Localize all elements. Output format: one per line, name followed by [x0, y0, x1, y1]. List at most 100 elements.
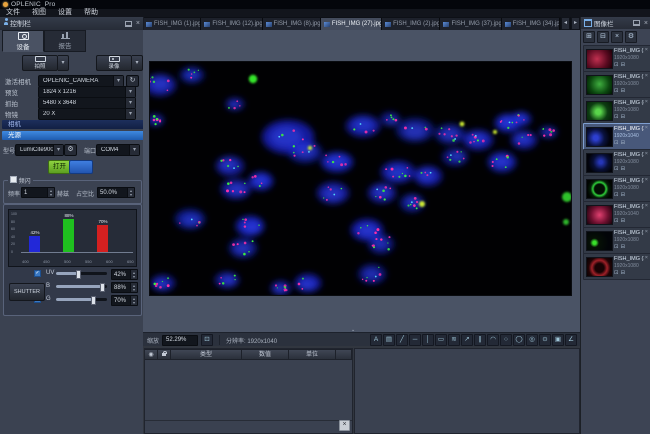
annulus-tool-icon[interactable]: ◎	[526, 334, 538, 346]
channel-value[interactable]: 88%▴▾	[111, 282, 138, 293]
close-table-button[interactable]: ×	[339, 420, 350, 431]
channel-checkbox[interactable]: ✓	[34, 270, 41, 277]
column-header[interactable]: 单位	[289, 349, 336, 360]
circle-tool-icon[interactable]: ○	[500, 334, 512, 346]
fit-window-icon[interactable]: ⊡	[201, 334, 213, 346]
roi-tool-icon[interactable]: ▣	[552, 334, 564, 346]
port-select[interactable]: COM4 ▾	[96, 144, 140, 156]
close-all-icon[interactable]: ×	[611, 31, 623, 43]
lock-column-header[interactable]	[158, 349, 171, 360]
thumbnail-card[interactable]: FISH_IMG (171920x1080⊡⊟×	[583, 227, 650, 254]
section-light[interactable]: 光源	[2, 131, 147, 140]
snap-dropdown[interactable]: ▾	[58, 55, 69, 71]
rectangle-tool-icon[interactable]: ▭	[435, 334, 447, 346]
close-image-icon[interactable]: ×	[645, 177, 648, 183]
light-settings-button[interactable]: ⚙	[64, 144, 77, 156]
export-icon[interactable]: ⊟	[621, 166, 628, 172]
light-power-toggle[interactable]	[69, 160, 93, 174]
tab-scroll-left-icon[interactable]: ◂	[561, 17, 570, 30]
document-tab[interactable]: FISH_IMG (34).jp×	[502, 18, 560, 30]
zoom-value[interactable]: 52.29%	[162, 335, 198, 346]
tab-scroll-right-icon[interactable]: ▸	[571, 17, 580, 30]
save-icon[interactable]: ⊡	[614, 192, 621, 198]
channel-spinner[interactable]: ▴▾	[130, 296, 137, 305]
pin-icon[interactable]	[125, 21, 132, 27]
export-icon[interactable]: ⊟	[621, 192, 628, 198]
channel-spinner[interactable]: ▴▾	[130, 283, 137, 292]
menu-item[interactable]: 视图	[26, 9, 52, 17]
strobe-checkbox[interactable]	[10, 176, 17, 183]
channel-slider[interactable]	[56, 272, 107, 275]
menu-item[interactable]: 文件	[0, 9, 26, 17]
column-header[interactable]: 类型	[171, 349, 242, 360]
column-header[interactable]: 数值	[242, 349, 289, 360]
close-image-icon[interactable]: ×	[645, 125, 648, 131]
save-icon[interactable]: ⊡	[614, 166, 621, 172]
save-all-icon[interactable]: ⊟	[597, 31, 609, 43]
freq-spinner[interactable]: ▴▾	[47, 188, 54, 197]
image-overlay-icon[interactable]: ▤	[383, 334, 395, 346]
close-image-icon[interactable]: ×	[645, 47, 648, 53]
angle-tool-icon[interactable]: ∠	[565, 334, 577, 346]
point-tool-icon[interactable]: ⊙	[539, 334, 551, 346]
document-tab[interactable]: FISH_IMG (8).jpg×	[263, 18, 321, 30]
duty-spinner[interactable]: ▴▾	[127, 188, 134, 197]
duty-input[interactable]: 50.0% ▴▾	[97, 187, 135, 198]
visibility-column-header[interactable]: ◉	[145, 349, 158, 360]
export-icon[interactable]: ⊟	[621, 114, 628, 120]
close-image-icon[interactable]: ×	[645, 99, 648, 105]
close-panel-icon[interactable]: ×	[644, 20, 648, 27]
thumbnail-card[interactable]: FISH_IMG (81920x1080⊡⊟×	[583, 97, 650, 124]
close-image-icon[interactable]: ×	[645, 73, 648, 79]
thumbnail-card[interactable]: FISH_IMG (121920x1080⊡⊟×	[583, 71, 650, 98]
arc-tool-icon[interactable]: ◠	[487, 334, 499, 346]
menu-item[interactable]: 设置	[52, 9, 78, 17]
light-open-button[interactable]: 打开	[48, 160, 71, 174]
pin-icon[interactable]	[633, 20, 640, 26]
section-camera[interactable]: 相机	[2, 120, 147, 129]
ellipse-tool-icon[interactable]: ◯	[513, 334, 525, 346]
document-tab[interactable]: FISH_IMG (2).jpg×	[382, 18, 440, 30]
record-button[interactable]: 录像	[96, 55, 132, 71]
text-annotation-icon[interactable]: A	[370, 334, 382, 346]
export-icon[interactable]: ⊟	[621, 140, 628, 146]
horizontal-line-tool-icon[interactable]: ─	[409, 334, 421, 346]
close-image-icon[interactable]: ×	[645, 151, 648, 157]
save-icon[interactable]: ⊡	[614, 62, 621, 68]
export-icon[interactable]: ⊟	[621, 62, 628, 68]
close-image-icon[interactable]: ×	[645, 229, 648, 235]
save-icon[interactable]: ⊡	[614, 140, 621, 146]
export-icon[interactable]: ⊟	[621, 270, 628, 276]
close-image-icon[interactable]: ×	[645, 255, 648, 261]
document-tab[interactable]: FISH_IMG (27).jpg×	[321, 18, 382, 30]
shutter-button[interactable]: SHUTTER	[9, 283, 45, 301]
export-icon[interactable]: ⊟	[621, 88, 628, 94]
channel-slider[interactable]	[56, 298, 107, 301]
save-icon[interactable]: ⊡	[614, 218, 621, 224]
tab-device[interactable]: 设备	[2, 30, 44, 52]
thumbnail-card[interactable]: FISH_IMG (371920x1080⊡⊟×	[583, 175, 650, 202]
save-icon[interactable]: ⊡	[614, 244, 621, 250]
document-tab[interactable]: FISH_IMG (37).jpg×	[440, 18, 501, 30]
channel-value[interactable]: 70%▴▾	[111, 295, 138, 306]
snap-button[interactable]: 拍照	[22, 55, 58, 71]
close-panel-icon[interactable]: ×	[136, 20, 140, 27]
close-image-icon[interactable]: ×	[645, 203, 648, 209]
thumbnail-card[interactable]: FISH_IMG (11920x1080⊡⊟×	[583, 45, 650, 72]
menu-item[interactable]: 帮助	[78, 9, 104, 17]
freq-input[interactable]: 1 ▴▾	[21, 187, 55, 198]
export-icon[interactable]: ⊟	[621, 218, 628, 224]
polyline-tool-icon[interactable]: ≋	[448, 334, 460, 346]
line-tool-icon[interactable]: ╱	[396, 334, 408, 346]
record-dropdown[interactable]: ▾	[132, 55, 143, 71]
save-icon[interactable]: ⊡	[614, 88, 621, 94]
channel-value[interactable]: 42%▴▾	[111, 269, 138, 280]
thumbnail-card[interactable]: FISH_IMG (271920x1040⊡⊟×	[583, 123, 650, 150]
channel-spinner[interactable]: ▴▾	[130, 270, 137, 279]
slider-handle[interactable]	[76, 270, 81, 279]
model-select[interactable]: LumiCite9000 ▾	[15, 144, 64, 156]
parallel-line-tool-icon[interactable]: ∥	[474, 334, 486, 346]
export-icon[interactable]: ⊟	[621, 244, 628, 250]
thumbnail-card[interactable]: FISH_IMG (331920x1080⊡⊟×	[583, 253, 650, 280]
import-image-icon[interactable]: ⊞	[583, 31, 595, 43]
